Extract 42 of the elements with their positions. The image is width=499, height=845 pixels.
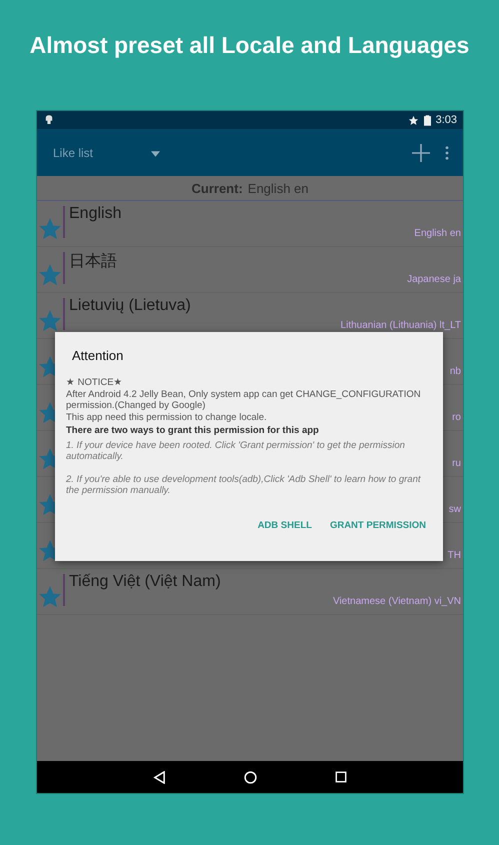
locale-row[interactable]: 日本語 Japanese ja	[37, 247, 463, 293]
dialog-button[interactable]: ADB SHELL	[252, 516, 317, 534]
language-name: Tiếng Việt (Việt Nam)	[69, 573, 221, 591]
caret-icon	[151, 150, 160, 156]
dialog-text: ★ NOTICE★	[66, 377, 124, 388]
locale-code: TH	[448, 550, 461, 561]
locale-code: ro	[452, 412, 461, 423]
back-icon[interactable]	[153, 770, 166, 784]
language-name: English	[69, 205, 122, 223]
overflow-menu-icon[interactable]	[445, 146, 449, 160]
star-icon[interactable]	[39, 586, 61, 608]
dialog-text: 1. If your device have been rooted. Click 'Grant permission' to get the permission automatically.	[66, 440, 406, 462]
dialog-text: After Android 4.2 Jelly Bean, Only system app can get CHANGE_CONFIGURATION permission.(Changed by Google)	[66, 388, 422, 412]
home-icon[interactable]	[244, 770, 257, 784]
current-locale: English en	[248, 180, 308, 196]
star-icon[interactable]	[39, 264, 61, 286]
battery-icon	[424, 114, 431, 126]
locale-code: Vietnamese (Vietnam) vi_VN	[332, 596, 461, 607]
add-icon[interactable]	[411, 142, 431, 162]
dialog-button[interactable]: GRANT PERMISSION	[324, 516, 431, 534]
clock-time: 3:03	[436, 114, 457, 126]
language-name: 日本語	[69, 252, 117, 272]
dialog-text: This app need this permission to change locale.	[66, 412, 268, 423]
recents-icon[interactable]	[335, 771, 347, 783]
locale-code: nb	[450, 366, 461, 377]
headline: Almost preset all Locale and Languages	[30, 32, 470, 60]
locale-code: Japanese ja	[407, 274, 461, 285]
locale-code: Lithuanian (Lithuania) lt_LT	[340, 320, 461, 331]
dialog-text: There are two ways to grant this permission for this app	[66, 425, 320, 436]
locale-code: sw	[448, 504, 461, 515]
star-icon[interactable]	[39, 310, 61, 332]
dialog-text: 2. If you're able to use development tools(adb),Click 'Adb Shell' to learn how to grant the permission manually.	[66, 474, 422, 496]
locale-row[interactable]: English English en	[37, 201, 463, 247]
star-icon[interactable]	[39, 218, 61, 240]
locale-row[interactable]: Tiếng Việt (Việt Nam) Vietnamese (Vietnam) vi_VN	[37, 569, 463, 615]
language-name: Lietuvių (Lietuva)	[69, 297, 191, 315]
locale-code: English en	[414, 228, 461, 239]
star-icon	[408, 114, 419, 126]
locale-code: ru	[452, 458, 461, 469]
dialog-title: Attention	[72, 348, 124, 363]
list-dropdown[interactable]: Like list	[41, 142, 172, 164]
current-label: Current:	[192, 180, 243, 196]
